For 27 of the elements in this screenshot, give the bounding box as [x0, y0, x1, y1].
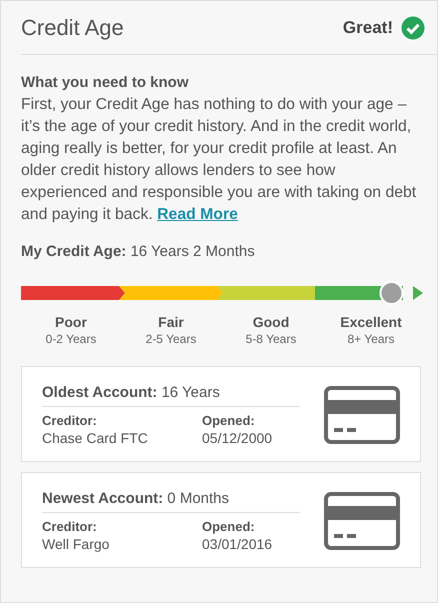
creditor-label: Creditor: [42, 519, 98, 534]
read-more-link[interactable]: Read More [157, 206, 238, 223]
opened-date: 03/01/2016 [202, 536, 274, 552]
rating-band-range: 2-5 Years [144, 332, 198, 346]
rating-band-label: Excellent [339, 314, 403, 330]
rating-band-range: 0-2 Years [44, 332, 98, 346]
rating-band-range: 8+ Years [346, 332, 396, 346]
opened-label: Opened: [202, 519, 256, 534]
opened-date: 05/12/2000 [202, 430, 274, 446]
rating-band-label: Fair [157, 314, 185, 330]
credit-card-icon [324, 386, 400, 444]
account-title: Newest Account: 0 Months [42, 490, 300, 513]
creditor-value: Chase Card FTC [42, 430, 149, 446]
rating-band-range: 5-8 Years [244, 332, 298, 346]
credit-age-text: My Credit Age: 16 Years 2 Months [21, 243, 256, 260]
creditor-value: Well Fargo [42, 536, 110, 552]
creditor-label: Creditor: [42, 413, 98, 428]
rating-band-label: Good [252, 314, 290, 330]
opened-label: Opened: [202, 413, 256, 428]
rating-band-label: Poor [54, 314, 88, 330]
credit-card-icon [324, 492, 400, 550]
info-heading: What you need to know [21, 73, 190, 93]
account-title: Oldest Account: 16 Years [42, 384, 300, 407]
rating-label: Great! [342, 18, 393, 38]
info-paragraph: First, your Credit Age has nothing to do with your age – it’s the age of your credit history. And in the credit world, aging really is better, for your credit profile at least. An older credit history allows lenders to see how experienced and responsible you are with taking on debt and paying it back. Read More [21, 95, 418, 225]
meter-arrowhead [413, 286, 423, 300]
panel-title: Credit Age [21, 14, 124, 40]
